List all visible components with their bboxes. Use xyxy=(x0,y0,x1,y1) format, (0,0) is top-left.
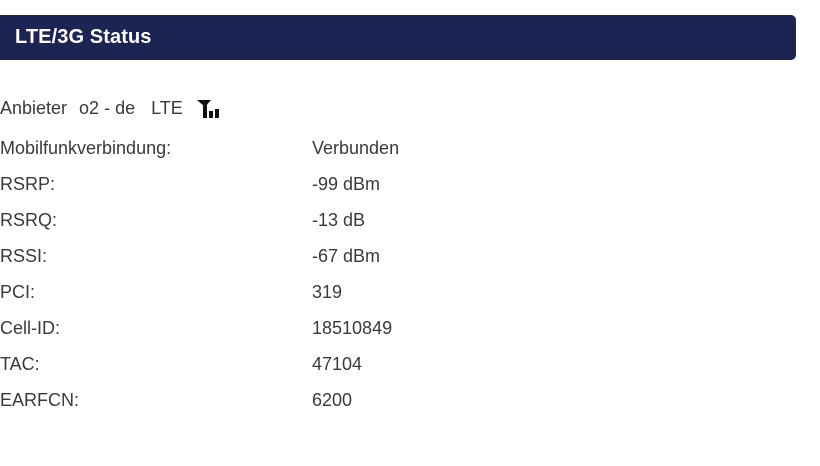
status-value: Verbunden xyxy=(312,137,400,158)
section-title: LTE/3G Status xyxy=(15,26,152,48)
status-row-cell-id: Cell-ID: 18510849 xyxy=(0,310,612,346)
status-label: PCI: xyxy=(0,281,36,302)
status-value: -67 dBm xyxy=(312,245,381,266)
status-label: RSRP: xyxy=(0,173,56,194)
status-value: 319 xyxy=(312,281,343,302)
status-label: TAC: xyxy=(0,353,40,374)
status-row-tac: TAC: 47104 xyxy=(0,346,612,382)
status-label: Mobilfunkverbindung: xyxy=(0,137,172,158)
status-row-rsrq: RSRQ: -13 dB xyxy=(0,202,612,238)
status-row-rsrp: RSRP: -99 dBm xyxy=(0,166,612,202)
status-row-earfcn: EARFCN: 6200 xyxy=(0,382,612,418)
status-row-pci: PCI: 319 xyxy=(0,274,612,310)
status-value: 18510849 xyxy=(312,317,393,338)
section-header: LTE/3G Status xyxy=(0,15,796,60)
status-value: -99 dBm xyxy=(312,173,381,194)
status-value: 47104 xyxy=(312,353,363,374)
signal-strength-icon xyxy=(195,97,225,119)
status-value: 6200 xyxy=(312,389,353,410)
status-label: RSSI: xyxy=(0,245,48,266)
provider-name: o2 - de xyxy=(79,97,136,118)
status-row-connection: Mobilfunkverbindung: Verbunden xyxy=(0,130,612,166)
status-label: RSRQ: xyxy=(0,209,58,230)
network-technology: LTE xyxy=(151,97,183,118)
status-table: Mobilfunkverbindung: Verbunden RSRP: -99… xyxy=(0,130,612,418)
provider-label: Anbieter xyxy=(0,97,68,118)
status-label: EARFCN: xyxy=(0,389,80,410)
status-label: Cell-ID: xyxy=(0,317,61,338)
status-row-rssi: RSSI: -67 dBm xyxy=(0,238,612,274)
provider-row: Anbieter o2 - de LTE xyxy=(0,95,225,121)
status-value: -13 dB xyxy=(312,209,366,230)
